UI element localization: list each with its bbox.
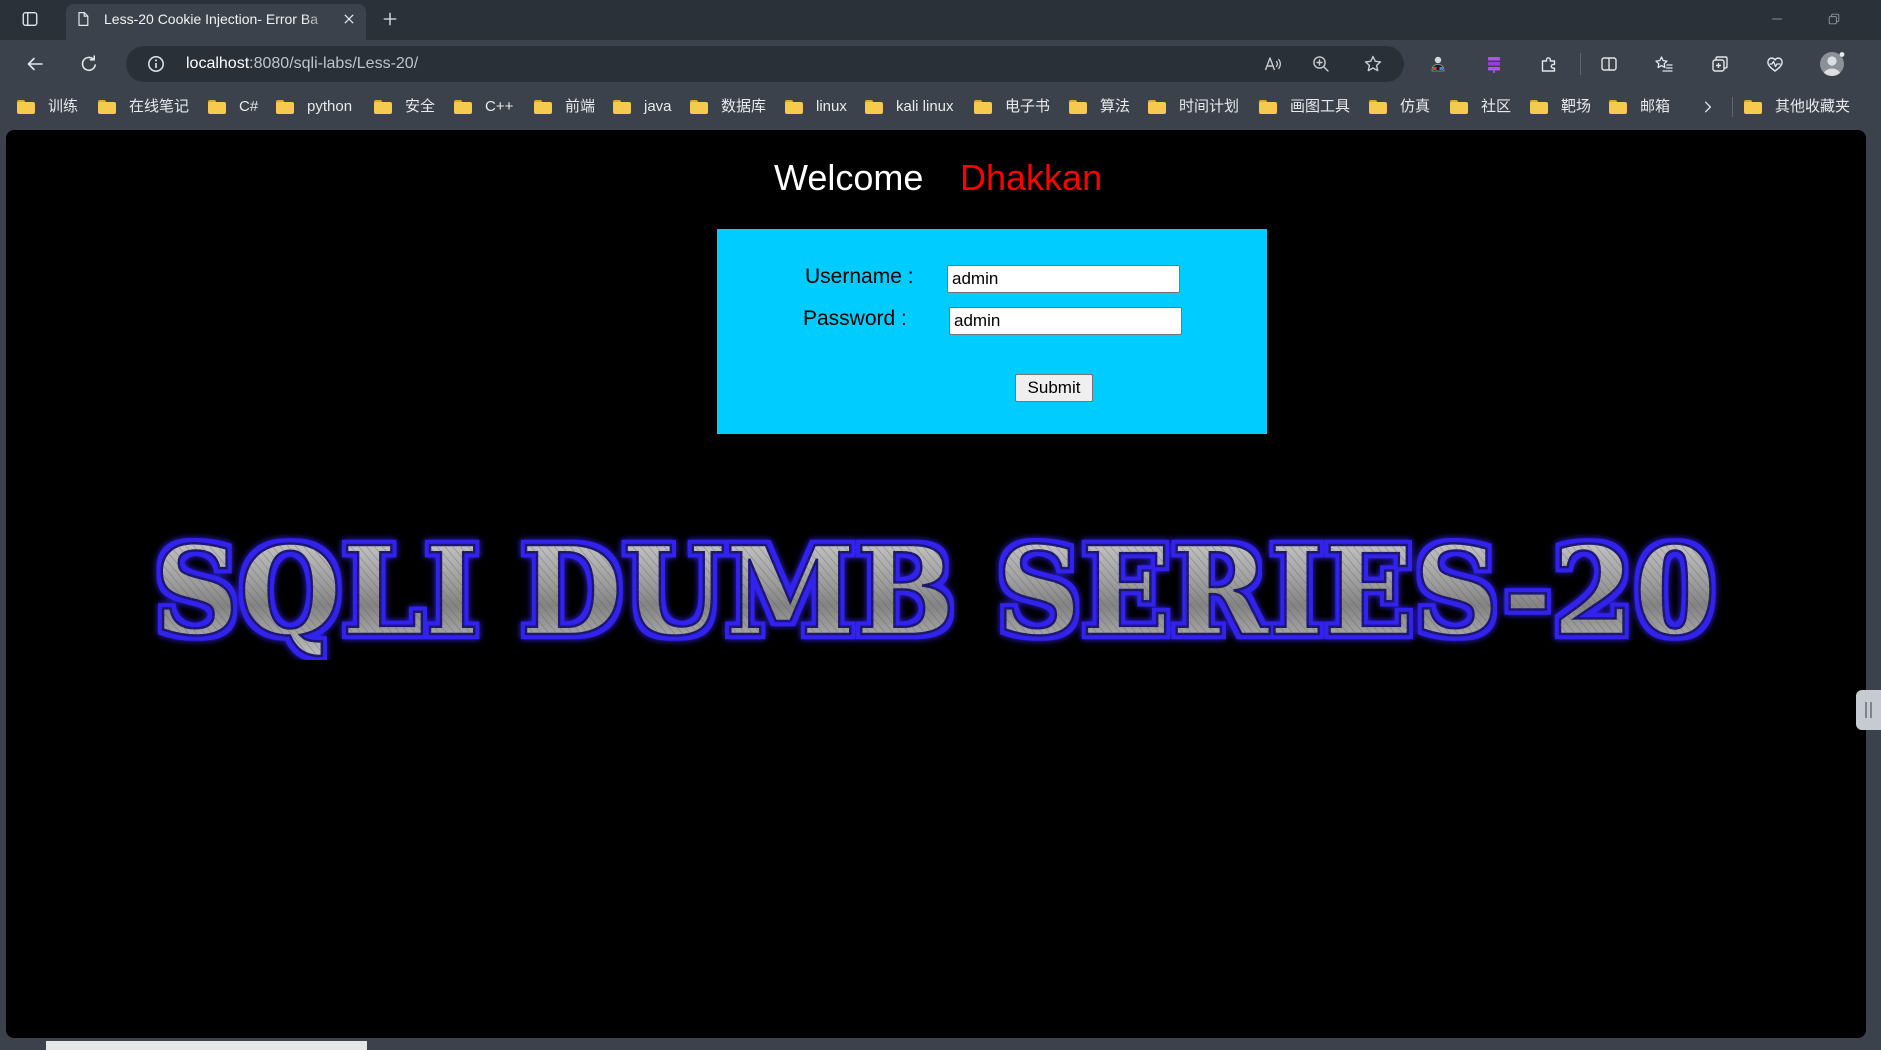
password-input[interactable]	[949, 307, 1182, 335]
page-icon	[73, 9, 93, 29]
url-host: localhost	[186, 55, 250, 72]
close-icon[interactable]	[339, 9, 359, 29]
minimize-icon[interactable]	[1765, 7, 1789, 31]
refresh-icon[interactable]	[73, 48, 105, 80]
workspaces-icon[interactable]	[18, 7, 42, 31]
bookmark-label: java	[644, 98, 672, 115]
bookmark-label: 安全	[405, 98, 436, 115]
folder-icon	[374, 100, 392, 114]
bookmark-label: C#	[239, 98, 259, 115]
login-form: Username : Password : Submit	[717, 229, 1267, 434]
banner-title-texture: SQLI DUMB SERIES-20	[154, 520, 1716, 660]
puzzle-icon[interactable]	[1533, 48, 1565, 80]
bookmark-label: 其他收藏夹	[1775, 98, 1851, 115]
restore-icon[interactable]	[1822, 7, 1846, 31]
chevron-right-icon[interactable]	[1698, 97, 1718, 117]
folder-icon	[208, 100, 226, 114]
folder-icon	[865, 100, 883, 114]
folder-icon	[690, 100, 708, 114]
zoom-icon[interactable]	[1305, 48, 1337, 80]
bookmark-label: 数据库	[721, 98, 767, 115]
extension-figure-icon[interactable]	[1422, 48, 1454, 80]
tab-active[interactable]: Less-20 Cookie Injection- Error Ba	[66, 4, 366, 40]
back-arrow-icon[interactable]	[19, 48, 51, 80]
extension-purple-icon[interactable]	[1478, 48, 1510, 80]
folder-icon	[1530, 100, 1548, 114]
folder-icon	[613, 100, 631, 114]
username-input[interactable]	[947, 265, 1180, 293]
bookmark-label: linux	[816, 98, 847, 115]
folder-icon	[785, 100, 803, 114]
bookmark-label: kali linux	[896, 98, 954, 115]
folder-icon	[1450, 100, 1468, 114]
url-text[interactable]: localhost:8080/sqli-labs/Less-20/	[186, 54, 418, 74]
folder-icon	[534, 100, 552, 114]
folder-icon	[1259, 100, 1277, 114]
split-screen-icon[interactable]	[1593, 48, 1625, 80]
username-display: Dhakkan	[960, 157, 1103, 198]
bookmark-label: 在线笔记	[129, 98, 190, 115]
grip-line	[1865, 702, 1867, 718]
folder-icon	[276, 100, 294, 114]
star-icon[interactable]	[1357, 48, 1389, 80]
bookmark-label: 算法	[1100, 98, 1131, 115]
folder-icon	[1744, 100, 1762, 114]
grip-line	[1870, 702, 1872, 718]
plus-icon[interactable]	[378, 7, 402, 31]
folder-icon	[1069, 100, 1087, 114]
bottom-edge-strip	[46, 1041, 367, 1050]
bookmark-label: python	[307, 98, 353, 115]
bookmark-label: 前端	[565, 98, 596, 115]
read-aloud-icon[interactable]	[1257, 48, 1289, 80]
browser-essentials-icon[interactable]	[1759, 48, 1791, 80]
folder-icon	[1148, 100, 1166, 114]
url-path: :8080/sqli-labs/Less-20/	[249, 55, 419, 72]
bookmark-label: 邮箱	[1640, 98, 1671, 115]
banner-title-graphic: SQLI DUMB SERIES-20 SQLI DUMB SERIES-20	[153, 520, 1718, 660]
profile-avatar-icon[interactable]	[1816, 48, 1848, 80]
folder-icon	[1609, 100, 1627, 114]
submit-button[interactable]: Submit	[1015, 374, 1093, 402]
bookmarks-separator	[1732, 97, 1733, 117]
site-info-icon[interactable]	[140, 48, 172, 80]
bookmark-label: 靶场	[1561, 98, 1592, 115]
toolbar-separator	[1580, 53, 1581, 75]
bookmark-label: 时间计划	[1179, 98, 1240, 115]
favorites-icon[interactable]	[1648, 48, 1680, 80]
tab-title: Less-20 Cookie Injection- Error Ba	[104, 11, 318, 27]
sidebar-expand-handle[interactable]	[1856, 690, 1881, 730]
bookmark-label: 训练	[48, 98, 79, 115]
bookmark-label: C++	[485, 98, 514, 115]
bookmark-label: 仿真	[1400, 98, 1431, 115]
folder-icon	[1369, 100, 1387, 114]
bookmark-label: 电子书	[1005, 98, 1051, 115]
folder-icon	[454, 100, 472, 114]
folder-icon	[974, 100, 992, 114]
bookmark-label: 画图工具	[1290, 98, 1351, 115]
collections-icon[interactable]	[1704, 48, 1736, 80]
password-label: Password :	[803, 307, 907, 330]
folder-icon	[98, 100, 116, 114]
folder-icon	[17, 100, 35, 114]
welcome-text: Welcome	[774, 157, 924, 198]
username-label: Username :	[805, 265, 914, 288]
page-viewport: Welcome Dhakkan Username : Password : Su…	[6, 130, 1866, 1038]
bookmark-label: 社区	[1481, 98, 1512, 115]
